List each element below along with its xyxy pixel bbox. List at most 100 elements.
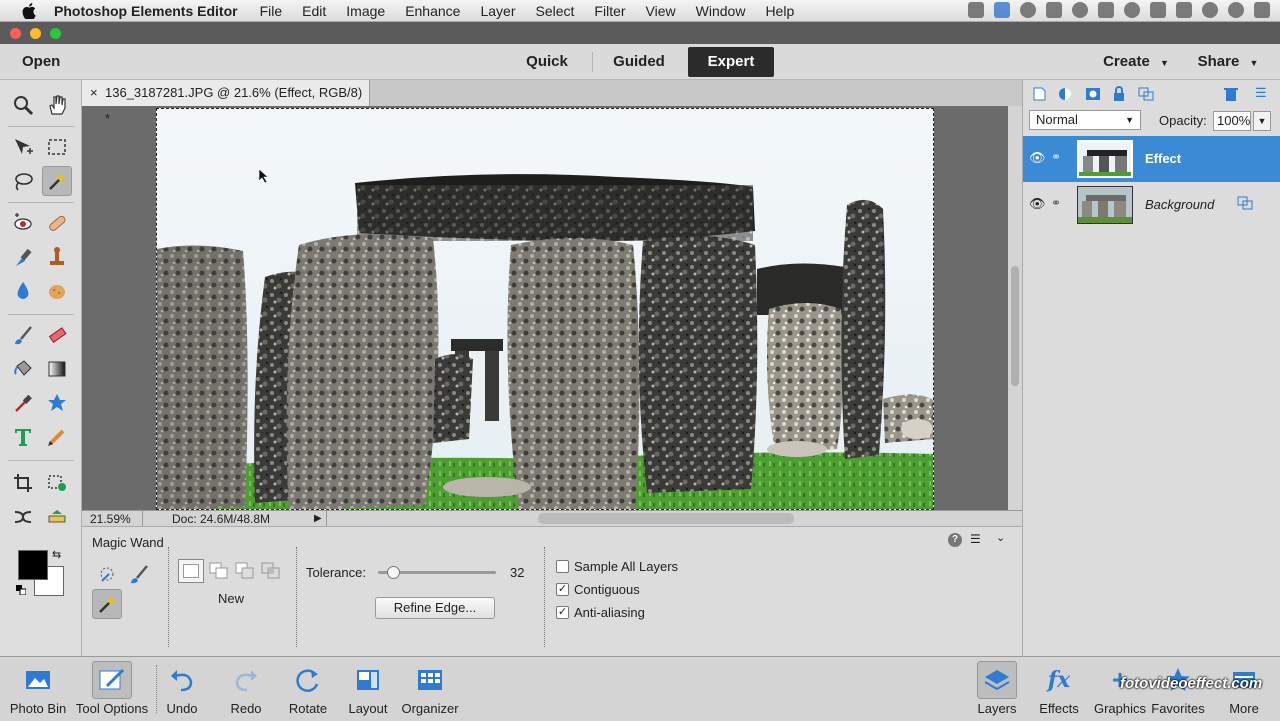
smart-brush-tool-icon[interactable] xyxy=(8,242,38,272)
crop-tool-icon[interactable] xyxy=(8,468,38,498)
sample-all-layers-checkbox[interactable] xyxy=(556,560,569,573)
time-machine-icon[interactable] xyxy=(1124,2,1140,18)
screen-icon[interactable] xyxy=(968,2,984,18)
search-icon[interactable] xyxy=(1228,2,1244,18)
link-icon[interactable]: ⚭ xyxy=(1051,150,1061,164)
blur-tool-icon[interactable] xyxy=(8,276,38,306)
vertical-scrollbar[interactable] xyxy=(1008,106,1022,510)
apple-icon[interactable] xyxy=(20,2,38,20)
layer-row-background[interactable]: 👁 ⚭ Background xyxy=(1023,182,1280,228)
horizontal-scroll-thumb[interactable] xyxy=(538,513,794,524)
volume-icon[interactable] xyxy=(1176,2,1192,18)
pencil-tool-icon[interactable] xyxy=(42,422,72,452)
quick-selection-tool-icon[interactable] xyxy=(92,559,122,589)
eyedropper-tool-icon[interactable] xyxy=(8,388,38,418)
menu-window[interactable]: Window xyxy=(696,3,746,19)
menu-edit[interactable]: Edit xyxy=(302,3,326,19)
type-tool-icon[interactable] xyxy=(8,422,38,452)
zoom-readout[interactable]: 21.59% xyxy=(90,511,131,527)
scroll-thumb[interactable] xyxy=(1011,266,1019,386)
tab-quick[interactable]: Quick xyxy=(506,47,588,77)
menu-filter[interactable]: Filter xyxy=(594,3,625,19)
new-layer-icon[interactable] xyxy=(1031,86,1047,102)
eye-icon[interactable]: 👁 xyxy=(1029,196,1046,212)
create-button[interactable]: Create ▼ xyxy=(1098,47,1174,77)
opacity-field[interactable]: 100% xyxy=(1213,111,1251,131)
triangle-right-icon[interactable]: ▶ xyxy=(314,511,322,527)
menu-help[interactable]: Help xyxy=(765,3,794,19)
custom-shape-tool-icon[interactable] xyxy=(42,388,72,418)
layer-name[interactable]: Background xyxy=(1145,197,1214,212)
blend-mode-select[interactable]: Normal ▼ xyxy=(1029,110,1141,130)
refine-edge-button[interactable]: Refine Edge... xyxy=(375,597,495,619)
trash-icon[interactable] xyxy=(1223,86,1239,102)
move-tool-icon[interactable] xyxy=(8,132,38,162)
share-button[interactable]: Share ▼ xyxy=(1190,47,1266,77)
rotate-button[interactable]: Rotate xyxy=(284,657,332,721)
tolerance-value[interactable]: 32 xyxy=(510,565,524,580)
default-colors-icon[interactable] xyxy=(16,583,27,596)
magic-wand-tool-icon[interactable] xyxy=(42,166,72,196)
zoom-window-button[interactable] xyxy=(50,28,61,39)
tolerance-slider-thumb[interactable] xyxy=(386,566,400,579)
image-canvas[interactable] xyxy=(156,108,934,510)
magic-wand-option-icon[interactable] xyxy=(92,589,122,619)
opacity-dropdown-button[interactable]: ▼ xyxy=(1253,111,1271,131)
wifi-icon[interactable] xyxy=(1150,2,1166,18)
panel-menu-icon[interactable]: ☰ xyxy=(970,532,981,546)
menu-layer[interactable]: Layer xyxy=(480,3,515,19)
list-icon[interactable] xyxy=(1254,2,1270,18)
organizer-button[interactable]: Organizer xyxy=(400,657,460,721)
dropbox-icon[interactable] xyxy=(994,2,1010,18)
clock-icon[interactable] xyxy=(1072,2,1088,18)
bell-icon[interactable] xyxy=(1098,2,1114,18)
open-button[interactable]: Open ▼ xyxy=(16,47,80,98)
battery-clock-icon[interactable] xyxy=(1202,2,1218,18)
link-icon[interactable]: ⚭ xyxy=(1051,196,1061,210)
brush-tool-icon[interactable] xyxy=(8,320,38,350)
menu-enhance[interactable]: Enhance xyxy=(405,3,460,19)
lock-icon[interactable] xyxy=(1111,86,1127,102)
close-window-button[interactable] xyxy=(10,28,21,39)
subtract-from-selection-icon[interactable] xyxy=(234,561,256,581)
paint-bucket-tool-icon[interactable] xyxy=(8,354,38,384)
photo-bin-button[interactable]: Photo Bin xyxy=(8,657,68,721)
red-eye-tool-icon[interactable] xyxy=(8,208,38,238)
layout-button[interactable]: Layout xyxy=(346,657,390,721)
add-to-selection-icon[interactable] xyxy=(208,561,230,581)
menu-file[interactable]: File xyxy=(260,3,283,19)
foreground-color-swatch-front[interactable] xyxy=(18,550,48,580)
menu-image[interactable]: Image xyxy=(346,3,385,19)
zoom-tool-icon[interactable] xyxy=(8,90,38,120)
link-layers-icon[interactable] xyxy=(1137,86,1155,102)
menu-select[interactable]: Select xyxy=(536,3,575,19)
paw-icon[interactable] xyxy=(1046,2,1062,18)
help-icon[interactable]: ? xyxy=(948,533,962,547)
tab-guided[interactable]: Guided xyxy=(596,47,682,77)
tool-options-button[interactable]: Tool Options xyxy=(72,657,152,721)
content-aware-move-tool-icon[interactable] xyxy=(8,502,38,532)
hand-tool-icon[interactable] xyxy=(42,90,72,120)
layer-name[interactable]: Effect xyxy=(1145,151,1181,166)
undo-button[interactable]: Undo xyxy=(162,657,202,721)
layer-row-effect[interactable]: 👁 ⚭ Effect xyxy=(1023,136,1280,182)
new-selection-mode-icon[interactable] xyxy=(178,559,204,583)
panel-menu-icon[interactable]: ☰ xyxy=(1255,85,1267,101)
layers-panel-button[interactable]: Layers xyxy=(972,657,1022,721)
redo-button[interactable]: Redo xyxy=(226,657,266,721)
document-tab[interactable]: × 136_3187281.JPG @ 21.6% (Effect, RGB/8… xyxy=(82,80,370,126)
gradient-tool-icon[interactable] xyxy=(42,354,72,384)
creative-cloud-icon[interactable] xyxy=(1020,2,1036,18)
eraser-tool-icon[interactable] xyxy=(42,320,72,350)
lasso-tool-icon[interactable] xyxy=(8,166,38,196)
effects-panel-button[interactable]: fx Effects xyxy=(1034,657,1084,721)
anti-aliasing-checkbox[interactable]: ✓ xyxy=(556,606,569,619)
spot-healing-tool-icon[interactable] xyxy=(42,208,72,238)
layer-mask-icon[interactable] xyxy=(1085,86,1101,102)
adjustment-layer-icon[interactable] xyxy=(1057,86,1075,102)
menu-view[interactable]: View xyxy=(646,3,676,19)
straighten-tool-icon[interactable] xyxy=(42,502,72,532)
intersect-selection-icon[interactable] xyxy=(260,561,282,581)
sponge-tool-icon[interactable] xyxy=(42,276,72,306)
app-name-menu[interactable]: Photoshop Elements Editor xyxy=(54,3,238,19)
